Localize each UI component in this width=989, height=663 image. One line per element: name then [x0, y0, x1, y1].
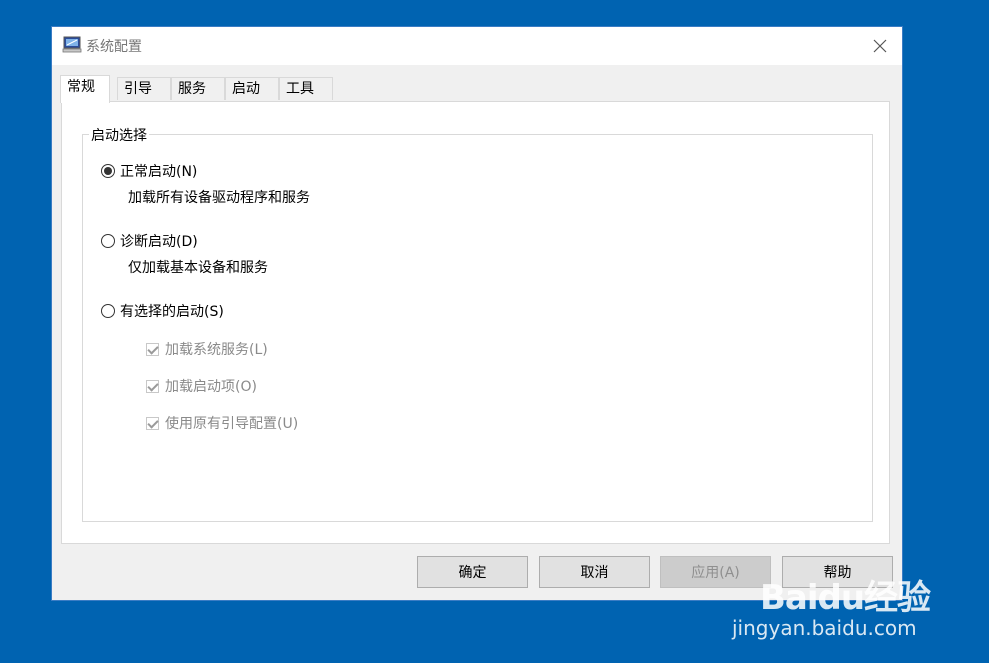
load-startup-items-checkbox: 加载启动项(O): [146, 376, 257, 396]
watermark-url: jingyan.baidu.com: [732, 616, 917, 640]
load-system-services-label: 加载系统服务(L): [165, 342, 268, 358]
use-original-boot-config-label: 使用原有引导配置(U): [165, 416, 299, 432]
tab-tools[interactable]: 工具: [279, 77, 333, 100]
radio-button[interactable]: [101, 234, 115, 248]
use-original-boot-config-checkbox: 使用原有引导配置(U): [146, 413, 298, 433]
apply-button: 应用(A): [660, 556, 771, 588]
watermark-logo: Baidu经验: [760, 578, 931, 618]
normal-startup-label: 正常启动(N): [120, 164, 198, 180]
group-legend: 启动选择: [89, 125, 149, 145]
tab-general[interactable]: 常规: [60, 75, 110, 103]
diagnostic-startup-description: 仅加载基本设备和服务: [128, 260, 268, 276]
cancel-button[interactable]: 取消: [539, 556, 650, 588]
selective-startup-label: 有选择的启动(S): [120, 304, 224, 320]
title-bar: 系统配置: [52, 27, 902, 65]
radio-button[interactable]: [101, 304, 115, 318]
close-icon: [873, 39, 887, 53]
diagnostic-startup-radio[interactable]: 诊断启动(D): [101, 231, 198, 251]
normal-startup-description: 加载所有设备驱动程序和服务: [128, 190, 310, 206]
load-startup-items-label: 加载启动项(O): [165, 379, 257, 395]
checkbox-checked-disabled: [146, 379, 159, 393]
baidu-watermark: Baidu经验 jingyan.baidu.com: [732, 570, 931, 640]
tab-boot[interactable]: 引导: [117, 77, 171, 100]
diagnostic-startup-label: 诊断启动(D): [120, 234, 198, 250]
radio-button-checked[interactable]: [101, 164, 115, 178]
monitor-icon: [62, 36, 82, 53]
ok-button[interactable]: 确定: [417, 556, 528, 588]
startup-selection-group: 启动选择 正常启动(N) 加载所有设备驱动程序和服务 诊断启动(D) 仅加载基本…: [82, 125, 873, 522]
checkbox-checked-disabled: [146, 416, 159, 430]
tab-services[interactable]: 服务: [171, 77, 225, 100]
close-button[interactable]: [858, 27, 902, 65]
normal-startup-radio[interactable]: 正常启动(N): [101, 161, 197, 181]
load-system-services-checkbox: 加载系统服务(L): [146, 339, 268, 359]
general-tab-panel: 启动选择 正常启动(N) 加载所有设备驱动程序和服务 诊断启动(D) 仅加载基本…: [61, 101, 890, 544]
selective-startup-radio[interactable]: 有选择的启动(S): [101, 301, 224, 321]
window-title: 系统配置: [86, 39, 142, 55]
system-config-window: 系统配置 常规 引导 服务 启动 工具 启动选择 正常启动(N) 加载所有设备驱…: [52, 27, 902, 600]
checkbox-checked-disabled: [146, 342, 159, 356]
tab-startup[interactable]: 启动: [225, 77, 279, 100]
